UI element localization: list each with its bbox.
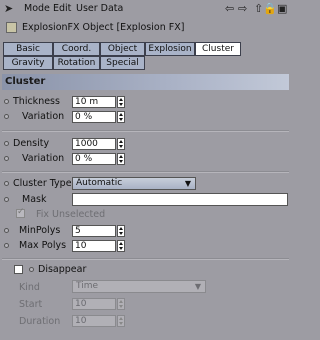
menu-edit[interactable]: Edit xyxy=(53,3,71,14)
tab-coord[interactable]: Coord. xyxy=(53,42,100,56)
chevron-down-icon: ▼ xyxy=(194,282,201,291)
chevron-down-icon: ▼ xyxy=(184,179,191,188)
checkmark-icon: ✓ xyxy=(17,207,25,217)
cluster-type-value: Automatic xyxy=(76,178,123,188)
animate-dot-icon[interactable] xyxy=(29,267,34,272)
duration-field[interactable]: 10 xyxy=(72,315,116,327)
cluster-type-dropdown[interactable]: Automatic ▼ xyxy=(72,177,196,190)
animate-dot-icon[interactable] xyxy=(4,114,9,119)
animate-dot-icon[interactable] xyxy=(4,197,9,202)
mask-field[interactable] xyxy=(72,193,288,206)
min-polys-label: MinPolys xyxy=(19,225,61,236)
new-window-icon[interactable]: ▣ xyxy=(277,2,287,15)
density-field[interactable]: 1000 xyxy=(72,138,116,150)
tab-object[interactable]: Object xyxy=(100,42,145,56)
density-variation-spinner[interactable] xyxy=(117,153,125,165)
min-polys-field[interactable]: 5 xyxy=(72,225,116,237)
thickness-label: Thickness xyxy=(13,96,60,107)
tab-gravity[interactable]: Gravity xyxy=(3,56,53,70)
density-variation-label: Variation xyxy=(22,153,65,164)
section-title: Cluster xyxy=(2,74,289,90)
forward-arrow-icon[interactable]: ⇨ xyxy=(238,2,247,15)
arrow-cursor-icon[interactable]: ➤ xyxy=(4,2,13,15)
kind-dropdown[interactable]: Time ▼ xyxy=(72,280,206,293)
tab-cluster[interactable]: Cluster xyxy=(195,42,241,56)
thickness-field[interactable]: 10 m xyxy=(72,96,116,108)
animate-dot-icon[interactable] xyxy=(4,243,9,248)
cluster-type-label: Cluster Type xyxy=(13,178,72,189)
mask-label: Mask xyxy=(22,194,47,205)
start-field[interactable]: 10 xyxy=(72,298,116,310)
menu-user-data[interactable]: User Data xyxy=(76,3,123,14)
duration-label: Duration xyxy=(19,316,61,327)
thickness-variation-label: Variation xyxy=(22,111,65,122)
animate-dot-icon[interactable] xyxy=(4,99,9,104)
duration-spinner[interactable] xyxy=(117,315,125,327)
tab-explosion[interactable]: Explosion xyxy=(145,42,195,56)
menu-bar: ➤ Mode Edit User Data ⇦ ⇨ ⇧ 🔒 ▣ xyxy=(0,0,291,18)
max-polys-spinner[interactable] xyxy=(117,240,125,252)
disappear-label: Disappear xyxy=(38,264,87,275)
min-polys-spinner[interactable] xyxy=(117,225,125,237)
back-arrow-icon[interactable]: ⇦ xyxy=(225,2,234,15)
animate-dot-icon[interactable] xyxy=(4,141,9,146)
tab-rotation[interactable]: Rotation xyxy=(53,56,100,70)
up-arrow-icon[interactable]: ⇧ xyxy=(254,2,263,15)
max-polys-field[interactable]: 10 xyxy=(72,240,116,252)
kind-value: Time xyxy=(76,281,99,291)
menu-mode[interactable]: Mode xyxy=(24,3,50,14)
start-label: Start xyxy=(19,299,43,310)
fix-unselected-checkbox[interactable]: ✓ xyxy=(16,207,25,218)
object-title: ExplosionFX Object [Explosion FX] xyxy=(22,22,185,33)
density-spinner[interactable] xyxy=(117,138,125,150)
divider xyxy=(2,258,289,260)
start-spinner[interactable] xyxy=(117,298,125,310)
divider xyxy=(2,130,289,132)
thickness-variation-spinner[interactable] xyxy=(117,111,125,123)
lock-icon[interactable]: 🔒 xyxy=(263,2,277,15)
fix-unselected-label: Fix Unselected xyxy=(36,209,106,220)
divider xyxy=(2,171,289,173)
tab-special[interactable]: Special xyxy=(100,56,145,70)
max-polys-label: Max Polys xyxy=(19,240,67,251)
thickness-spinner[interactable] xyxy=(117,96,125,108)
density-variation-field[interactable]: 0 % xyxy=(72,153,116,165)
tab-basic[interactable]: Basic xyxy=(3,42,53,56)
thickness-variation-field[interactable]: 0 % xyxy=(72,111,116,123)
animate-dot-icon[interactable] xyxy=(4,156,9,161)
disappear-checkbox[interactable] xyxy=(14,265,23,274)
density-label: Density xyxy=(13,138,50,149)
explosionfx-object-icon xyxy=(6,22,17,33)
kind-label: Kind xyxy=(19,282,40,293)
animate-dot-icon[interactable] xyxy=(4,181,9,186)
animate-dot-icon[interactable] xyxy=(4,228,9,233)
